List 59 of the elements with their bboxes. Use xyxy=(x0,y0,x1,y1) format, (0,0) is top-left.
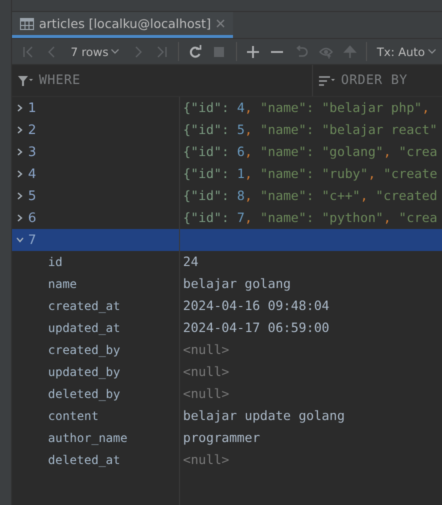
json-cell: {"id": 8, "name": "c++", "created xyxy=(183,188,438,204)
field-value: 2024-04-17 06:59:00 xyxy=(183,320,330,336)
field-name: updated_at xyxy=(48,321,120,335)
field-name: author_name xyxy=(48,431,128,445)
caret-icon xyxy=(428,49,436,54)
json-cell: {"id": 7, "name": "python", "crea xyxy=(183,210,438,226)
caret-icon xyxy=(111,49,120,54)
field-value: <null> xyxy=(183,452,230,468)
field-value: belajar update golang xyxy=(183,408,345,424)
row-count-dropdown[interactable]: 7 rows xyxy=(64,44,126,58)
chevron-down-icon[interactable] xyxy=(16,236,24,244)
json-cell: {"id": 5, "name": "belajar react" xyxy=(183,122,438,138)
chevron-right-icon[interactable] xyxy=(16,104,24,112)
row-number: 1 xyxy=(28,100,36,116)
table-row[interactable]: 5 {"id": 8, "name": "c++", "created xyxy=(12,185,442,207)
where-field[interactable]: WHERE xyxy=(39,73,81,88)
chevron-right-icon[interactable] xyxy=(16,126,24,134)
chevron-right-icon[interactable] xyxy=(16,170,24,178)
close-icon[interactable] xyxy=(216,19,225,28)
field-name: content xyxy=(48,409,99,423)
json-cell: {"id": 1, "name": "ruby", "create xyxy=(183,166,438,182)
editor-tab[interactable]: articles [localku@localhost] xyxy=(12,12,233,38)
sort-icon xyxy=(319,74,335,86)
field-value: 2024-04-16 09:48:04 xyxy=(183,298,330,314)
field-name: deleted_at xyxy=(48,453,120,467)
plus-icon[interactable] xyxy=(246,44,260,58)
field-value: <null> xyxy=(183,342,230,358)
filter-icon xyxy=(18,74,33,86)
row-number: 2 xyxy=(28,122,36,138)
table-row[interactable]: 7 xyxy=(12,229,442,251)
field-name: deleted_by xyxy=(48,387,120,401)
field-name: created_at xyxy=(48,299,120,313)
field-name: updated_by xyxy=(48,365,120,379)
field-name: created_by xyxy=(48,343,120,357)
table-icon xyxy=(20,18,34,30)
table-row[interactable]: 1 {"id": 4, "name": "belajar php", xyxy=(12,97,442,119)
field-name: name xyxy=(48,277,77,291)
field-value: belajar golang xyxy=(183,276,291,292)
field-value: <null> xyxy=(183,386,230,402)
chevron-right-icon[interactable] xyxy=(16,214,24,222)
transaction-mode-dropdown[interactable]: Tx: Auto xyxy=(370,44,442,58)
field-name: id xyxy=(48,255,62,269)
chevron-right-icon[interactable] xyxy=(16,192,24,200)
json-cell: {"id": 4, "name": "belajar php", xyxy=(183,100,430,116)
table-row[interactable]: 4 {"id": 1, "name": "ruby", "create xyxy=(12,163,442,185)
field-value: programmer xyxy=(183,430,260,446)
field-value: <null> xyxy=(183,364,230,380)
table-row[interactable]: 3 {"id": 6, "name": "golang", "crea xyxy=(12,141,442,163)
row-number: 3 xyxy=(28,144,36,160)
field-value: 24 xyxy=(183,254,198,270)
row-number: 6 xyxy=(28,210,36,226)
row-number: 5 xyxy=(28,188,36,204)
row-number: 7 xyxy=(28,232,36,248)
row-number: 4 xyxy=(28,166,36,182)
order-by-field[interactable]: ORDER BY xyxy=(341,73,408,88)
chevron-right-icon[interactable] xyxy=(16,148,24,156)
json-cell: {"id": 6, "name": "golang", "crea xyxy=(183,144,438,160)
table-row[interactable]: 2 {"id": 5, "name": "belajar react" xyxy=(12,119,442,141)
reload-icon[interactable] xyxy=(188,44,202,58)
